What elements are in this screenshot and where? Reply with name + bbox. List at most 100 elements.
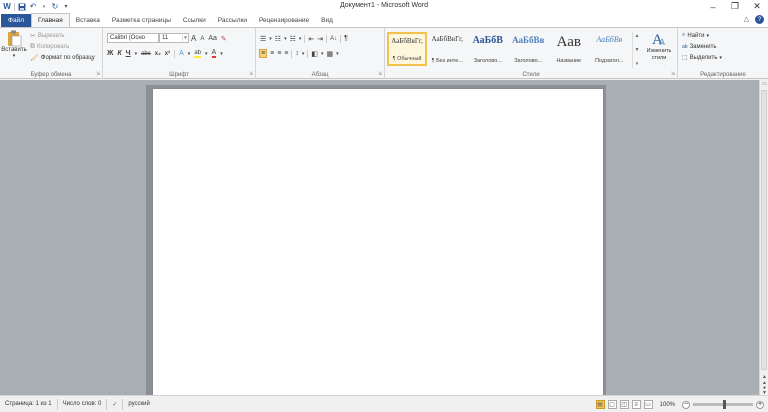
outline-view-icon[interactable]: ≡ xyxy=(631,400,641,409)
find-button[interactable]: ⌕ Найти ▾ xyxy=(682,30,709,41)
style-subtitle[interactable]: АаБбВв Подзагол... xyxy=(589,32,630,66)
grow-font-icon[interactable]: A xyxy=(191,34,196,43)
zoom-slider[interactable] xyxy=(693,400,753,409)
highlight-dropdown-icon[interactable]: ▾ xyxy=(205,51,208,57)
superscript-button[interactable]: x² xyxy=(165,51,170,57)
strikethrough-button[interactable]: abc xyxy=(141,51,151,57)
shrink-font-icon[interactable]: A xyxy=(200,36,204,42)
full-screen-view-icon[interactable]: ▢ xyxy=(607,400,617,409)
multilevel-list-icon[interactable]: ☵ xyxy=(290,35,296,43)
text-effects-dropdown-icon[interactable]: ▾ xyxy=(188,51,191,57)
zoom-out-button[interactable]: − xyxy=(682,400,690,409)
customize-qat-icon[interactable]: ▾ xyxy=(62,3,70,11)
style-no-spacing[interactable]: АаБбВвГг, ¶ Без инте... xyxy=(427,32,468,66)
increase-indent-icon[interactable]: ⇥ xyxy=(317,35,323,43)
align-right-icon[interactable]: ≡ xyxy=(277,50,281,57)
copy-button[interactable]: ⧉ Копировать xyxy=(30,41,69,52)
print-layout-view-icon[interactable]: ▤ xyxy=(595,400,605,409)
borders-icon[interactable]: ▦ xyxy=(327,50,334,58)
bold-button[interactable]: Ж xyxy=(107,50,113,57)
style-heading-2[interactable]: АаБбВв Заголово... xyxy=(508,32,549,66)
styles-more-icon[interactable]: ▾ xyxy=(636,61,639,67)
subscript-button[interactable]: x₂ xyxy=(155,51,161,57)
clipboard-launcher-icon[interactable]: ⇲ xyxy=(96,71,100,77)
word-count[interactable]: Число слов: 0 xyxy=(58,398,108,410)
styles-launcher-icon[interactable]: ⇲ xyxy=(671,71,675,77)
change-case-icon[interactable]: Aa xyxy=(208,35,217,42)
find-dropdown-icon[interactable]: ▾ xyxy=(707,33,710,39)
page-count[interactable]: Страница: 1 из 1 xyxy=(0,398,58,410)
change-styles-button[interactable]: AA Изменить стили xyxy=(643,30,675,68)
restore-button[interactable]: ❐ xyxy=(724,0,746,13)
italic-button[interactable]: К xyxy=(117,50,121,57)
bullets-icon[interactable]: ☰ xyxy=(260,35,266,43)
ruler-toggle-icon[interactable]: ▭ xyxy=(760,81,768,89)
shading-dropdown-icon[interactable]: ▾ xyxy=(321,51,324,57)
select-button[interactable]: ⬚ Выделить ▾ xyxy=(682,52,722,63)
proofing-icon[interactable]: ✓ xyxy=(107,398,124,410)
align-left-icon[interactable]: ≡ xyxy=(259,49,268,58)
borders-dropdown-icon[interactable]: ▾ xyxy=(336,51,339,57)
underline-dropdown-icon[interactable]: ▾ xyxy=(135,51,138,57)
paste-button[interactable]: Вставить ▾ xyxy=(1,30,27,64)
vertical-scrollbar[interactable]: ▭ ▲ ▲ ● ▼ xyxy=(759,80,768,396)
zoom-in-button[interactable]: + xyxy=(756,400,764,409)
numbering-icon[interactable]: ☷ xyxy=(275,35,281,43)
align-center-icon[interactable]: ≡ xyxy=(270,50,274,57)
undo-dropdown-icon[interactable]: ▾ xyxy=(40,3,48,11)
numbering-dropdown-icon[interactable]: ▾ xyxy=(284,36,287,42)
format-painter-button[interactable]: 🖌 Формат по образцу xyxy=(30,52,95,63)
cut-button[interactable]: ✂ Вырезать xyxy=(30,30,65,41)
style-normal[interactable]: АаБбВвГг, ¶ Обычный xyxy=(387,32,427,66)
minimize-button[interactable]: – xyxy=(702,0,724,13)
word-app-icon[interactable]: W xyxy=(3,2,11,11)
tab-file[interactable]: Файл xyxy=(1,14,31,27)
style-heading-1[interactable]: АаБбВ Заголово... xyxy=(468,32,509,66)
tab-references[interactable]: Ссылки xyxy=(177,14,212,27)
line-spacing-dropdown-icon[interactable]: ▾ xyxy=(302,51,305,57)
font-color-icon[interactable]: A xyxy=(211,49,217,58)
tab-insert[interactable]: Вставка xyxy=(70,14,106,27)
web-layout-view-icon[interactable]: ◫ xyxy=(619,400,629,409)
tab-mailings[interactable]: Рассылки xyxy=(212,14,253,27)
decrease-indent-icon[interactable]: ⇤ xyxy=(308,35,314,43)
select-dropdown-icon[interactable]: ▾ xyxy=(719,55,722,61)
font-size-dropdown-icon[interactable]: ▾ xyxy=(182,35,188,41)
tab-page-layout[interactable]: Разметка страницы xyxy=(106,14,177,27)
font-name-combo[interactable]: Calibri (Осно xyxy=(107,33,159,43)
scrollbar-thumb[interactable] xyxy=(761,90,767,370)
font-launcher-icon[interactable]: ⇲ xyxy=(249,71,253,77)
multilevel-dropdown-icon[interactable]: ▾ xyxy=(299,36,302,42)
paragraph-launcher-icon[interactable]: ⇲ xyxy=(378,71,382,77)
clear-formatting-icon[interactable]: ✎ xyxy=(221,35,227,43)
paste-dropdown-icon[interactable]: ▾ xyxy=(13,53,16,59)
language-indicator[interactable]: русский xyxy=(123,399,155,410)
styles-scroll-up-icon[interactable]: ▲ xyxy=(635,33,640,39)
redo-icon[interactable]: ↻ xyxy=(51,2,59,11)
styles-scroll-down-icon[interactable]: ▼ xyxy=(635,47,640,53)
tab-view[interactable]: Вид xyxy=(315,14,339,27)
minimize-ribbon-icon[interactable]: △ xyxy=(744,15,749,24)
tab-home[interactable]: Главная xyxy=(31,13,70,27)
save-icon[interactable] xyxy=(18,3,26,11)
replace-button[interactable]: ab Заменить xyxy=(682,41,717,52)
style-title[interactable]: Аав Название xyxy=(549,32,590,66)
highlight-icon[interactable]: ab xyxy=(194,50,201,58)
shading-icon[interactable]: ◧ xyxy=(311,50,318,58)
close-button[interactable]: ✕ xyxy=(746,0,768,13)
undo-icon[interactable]: ↶ xyxy=(29,2,37,11)
show-formatting-icon[interactable]: ¶ xyxy=(344,35,348,42)
zoom-level[interactable]: 100% xyxy=(660,402,675,408)
bullets-dropdown-icon[interactable]: ▾ xyxy=(269,36,272,42)
document-page[interactable] xyxy=(153,89,603,395)
tab-review[interactable]: Рецензирование xyxy=(253,14,315,27)
underline-button[interactable]: Ч xyxy=(126,50,131,57)
font-color-dropdown-icon[interactable]: ▾ xyxy=(220,51,223,57)
text-effects-icon[interactable]: A xyxy=(179,50,184,57)
font-size-combo[interactable]: 11 ▾ xyxy=(159,33,189,43)
sort-icon[interactable]: A↓ xyxy=(330,36,337,42)
justify-icon[interactable]: ≡ xyxy=(284,50,288,57)
draft-view-icon[interactable]: ▭ xyxy=(643,400,653,409)
line-spacing-icon[interactable]: ↕ xyxy=(295,50,299,57)
help-icon[interactable]: ? xyxy=(755,15,764,24)
